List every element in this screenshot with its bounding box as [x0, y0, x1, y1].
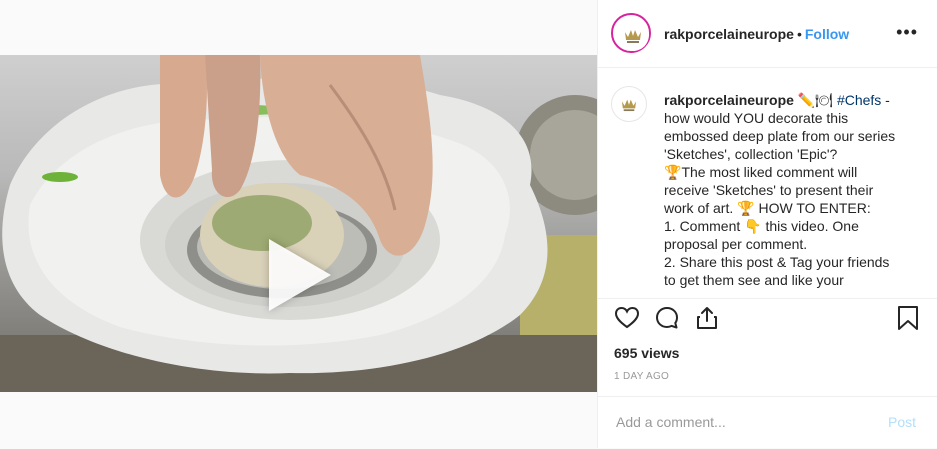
play-icon[interactable]: [269, 239, 331, 311]
caption-area: rakporcelaineurope ✏️🍽 #Chefs - how woul…: [598, 68, 937, 299]
caption-username-link[interactable]: rakporcelaineurope: [664, 92, 794, 108]
caption-avatar-image: [614, 89, 644, 119]
header-user-line: rakporcelaineurope • Follow: [664, 26, 849, 44]
follow-button[interactable]: Follow: [805, 26, 849, 42]
post-comment-button[interactable]: Post: [888, 414, 916, 430]
caption-line-2: 2. Share this post & Tag your friends to…: [664, 254, 890, 288]
avatar-image: [616, 18, 649, 51]
view-count[interactable]: 695 views: [614, 345, 679, 361]
video-player[interactable]: [0, 55, 597, 392]
bookmark-icon[interactable]: [895, 305, 921, 331]
trophy-emoji: 🏆: [664, 164, 682, 180]
caption-line-1a: 1. Comment: [664, 218, 745, 234]
heart-icon[interactable]: [614, 305, 640, 331]
comment-bar: Post: [598, 396, 937, 449]
crown-logo-icon: [614, 89, 644, 119]
caption-text: rakporcelaineurope ✏️🍽 #Chefs - how woul…: [664, 91, 902, 289]
pointing-down-emoji: 👇: [744, 218, 762, 234]
caption-avatar[interactable]: [611, 86, 647, 122]
hashtag-link[interactable]: #Chefs: [837, 92, 881, 108]
media-area: [0, 0, 597, 448]
caption-text-3: HOW TO ENTER:: [754, 200, 871, 216]
comment-input[interactable]: [614, 413, 858, 431]
pencil-plate-emoji: ✏️🍽: [797, 92, 834, 108]
username-link[interactable]: rakporcelaineurope: [664, 26, 794, 42]
post-side-panel: rakporcelaineurope • Follow ••• rakporcela…: [597, 0, 937, 448]
separator-dot: •: [796, 26, 802, 42]
video-frame: [0, 55, 597, 392]
action-bar: [598, 305, 937, 345]
share-icon[interactable]: [694, 305, 720, 331]
post-date[interactable]: 1 DAY AGO: [614, 371, 669, 382]
more-options-icon[interactable]: •••: [896, 22, 918, 43]
avatar[interactable]: [611, 13, 651, 53]
crown-logo-icon: [617, 19, 649, 51]
post-header: rakporcelaineurope • Follow •••: [598, 0, 937, 68]
trophy-emoji: 🏆: [737, 200, 755, 216]
comment-icon[interactable]: [654, 305, 680, 331]
